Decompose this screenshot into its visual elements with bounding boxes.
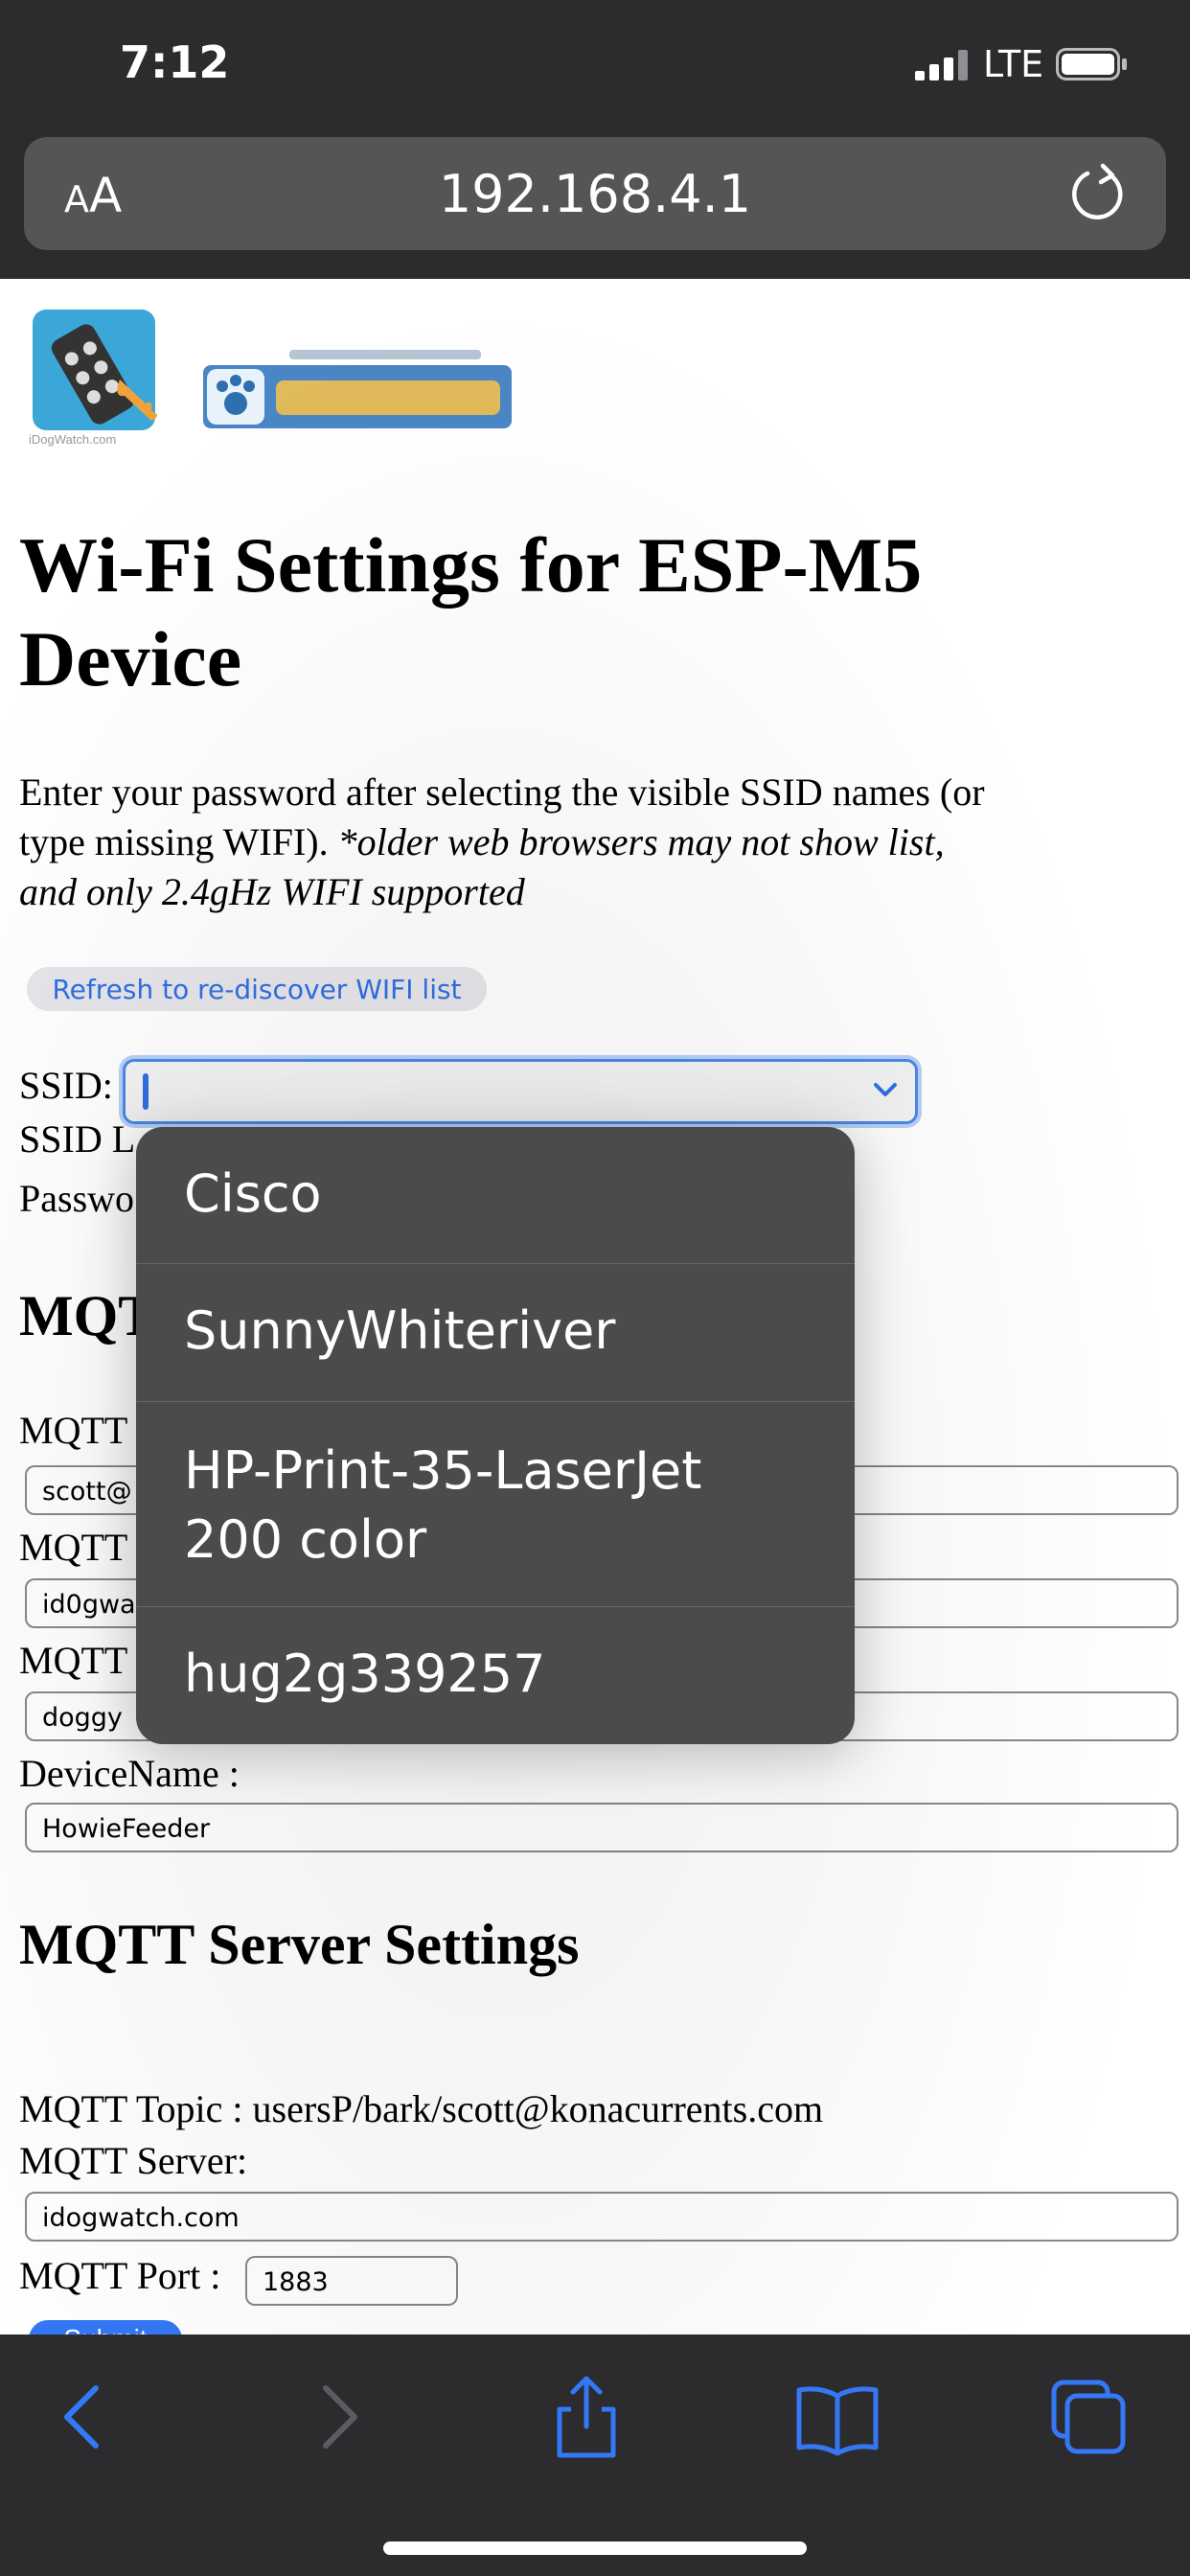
bookmarks-icon[interactable] (791, 2371, 883, 2463)
ssid-list-label: SSID L (19, 1117, 136, 1161)
password-label: Passwo (19, 1177, 135, 1220)
reload-icon[interactable] (1068, 162, 1130, 223)
ssid-select[interactable] (123, 1059, 918, 1124)
mqtt-field-3-label: MQTT (19, 1639, 128, 1682)
dropdown-option-cisco[interactable]: Cisco (136, 1127, 855, 1264)
pettutor-logo (203, 350, 512, 428)
mqtt-server-input[interactable]: idogwatch.com (25, 2192, 1179, 2242)
logo-caption: iDogWatch.com (29, 432, 117, 447)
text-caret (143, 1073, 149, 1110)
device-name-input[interactable]: HowieFeeder (25, 1803, 1179, 1852)
tabs-icon[interactable] (1042, 2371, 1134, 2463)
mqtt-server-label: MQTT Server: (19, 2139, 248, 2182)
mqtt-topic-text: MQTT Topic : usersP/bark/scott@konacurre… (19, 2087, 824, 2130)
battery-icon (1056, 48, 1127, 80)
mqtt-port-input[interactable]: 1883 (245, 2256, 458, 2306)
browser-top-bar: 7:12 LTE AA 192.168.4.1 (0, 0, 1190, 279)
intro-text: Enter your password after selecting the … (19, 770, 985, 913)
back-arrow-icon[interactable] (36, 2371, 128, 2463)
home-indicator (383, 2542, 807, 2555)
chevron-down-icon (874, 1083, 897, 1096)
dropdown-option-hug2g339257[interactable]: hug2g339257 (136, 1607, 855, 1744)
mqtt-field-1-label: MQTT (19, 1409, 128, 1452)
ssid-label: SSID: (19, 1064, 113, 1107)
cellular-signal-icon (915, 50, 968, 80)
mqtt-field-2-label: MQTT (19, 1526, 128, 1569)
status-time: 7:12 (120, 36, 230, 88)
share-icon[interactable] (540, 2371, 632, 2463)
submit-button[interactable]: Submit (29, 2320, 182, 2334)
dropdown-option-sunnywhiteriver[interactable]: SunnyWhiteriver (136, 1264, 855, 1402)
ssid-dropdown-menu: Cisco SunnyWhiteriver HP-Print-35-LaserJ… (136, 1127, 855, 1744)
mqtt-server-heading: MQTT Server Settings (19, 1913, 580, 1976)
forward-arrow-icon[interactable] (293, 2371, 385, 2463)
refresh-wifi-list-button[interactable]: Refresh to re-discover WIFI list (27, 967, 487, 1011)
browser-bottom-toolbar (0, 2334, 1190, 2576)
url-text[interactable]: 192.168.4.1 (24, 164, 1166, 224)
device-name-label: DeviceName : (19, 1752, 240, 1795)
dropdown-option-hp-print[interactable]: HP-Print-35-LaserJet 200 color (136, 1402, 855, 1607)
idogwatch-logo (33, 310, 157, 430)
address-bar[interactable]: AA 192.168.4.1 (24, 137, 1166, 250)
network-type-label: LTE (983, 43, 1044, 85)
page-title: Wi-Fi Settings for ESP-M5 Device (19, 521, 923, 702)
mqtt-port-label: MQTT Port : (19, 2254, 221, 2297)
